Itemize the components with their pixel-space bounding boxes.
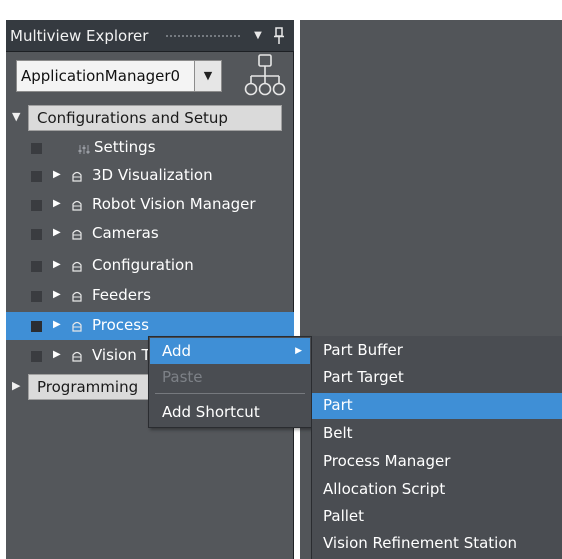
submenu-item-part[interactable]: Part: [312, 393, 562, 419]
application-selector-value: ApplicationManager0: [21, 67, 181, 85]
application-window: Multiview Explorer ▼ ApplicationManager0…: [0, 0, 562, 559]
folder-icon: [72, 200, 82, 211]
submenu-arrow-icon: ▶: [295, 346, 302, 356]
tree-item-label: Robot Vision Manager: [92, 195, 256, 213]
status-square-icon: [31, 261, 42, 272]
folder-icon: [72, 261, 82, 272]
chevron-down-icon[interactable]: ▼: [194, 61, 221, 91]
submenu-item-vision-refinement-station[interactable]: Vision Refinement Station: [312, 531, 562, 557]
submenu-item-label: Part Buffer: [323, 341, 403, 359]
status-square-icon: [31, 351, 42, 362]
status-square-icon: [31, 143, 42, 154]
section-configurations-and-setup[interactable]: ▼ Configurations and Setup: [6, 105, 294, 131]
submenu-item-label: Allocation Script: [323, 480, 446, 498]
pin-icon[interactable]: [272, 27, 286, 45]
menu-separator: [155, 393, 305, 394]
expand-arrow-icon[interactable]: ▶: [53, 198, 61, 209]
submenu-item-pallet[interactable]: Pallet: [312, 504, 562, 530]
submenu-item-label: Part: [323, 396, 353, 414]
menu-item-label: Add Shortcut: [162, 403, 260, 421]
explorer-title: Multiview Explorer: [10, 27, 149, 45]
tree-item-feeders[interactable]: ▶ Feeders: [6, 282, 294, 310]
expand-arrow-icon[interactable]: ▶: [53, 259, 61, 270]
folder-icon: [72, 229, 82, 240]
hierarchy-view-icon[interactable]: [243, 52, 287, 100]
status-square-icon: [31, 200, 42, 211]
submenu-item-label: Vision Refinement Station: [323, 534, 518, 552]
status-square-icon: [31, 321, 42, 332]
menu-item-add-shortcut[interactable]: Add Shortcut: [150, 399, 310, 425]
expand-arrow-icon[interactable]: ▶: [53, 289, 61, 300]
tree-item-3d-visualization[interactable]: ▶ 3D Visualization: [6, 162, 294, 190]
folder-icon: [72, 291, 82, 302]
context-menu: Add ▶ Paste Add Shortcut: [148, 336, 312, 428]
expand-arrow-icon[interactable]: ▶: [53, 319, 61, 330]
menu-item-paste[interactable]: Paste: [150, 364, 310, 390]
tree-item-cameras[interactable]: ▶ Cameras: [6, 220, 294, 248]
tree-item-label: Settings: [94, 138, 156, 156]
expanded-triangle-icon[interactable]: ▼: [12, 110, 20, 123]
submenu-item-label: Part Target: [323, 368, 404, 386]
add-submenu: Part Buffer Part Target Part Belt Proces…: [311, 336, 562, 559]
submenu-item-belt[interactable]: Belt: [312, 421, 562, 447]
expand-arrow-icon[interactable]: ▶: [53, 227, 61, 238]
submenu-item-label: Pallet: [323, 507, 365, 525]
settings-icon: [78, 145, 90, 154]
submenu-item-label: Process Manager: [323, 452, 451, 470]
status-square-icon: [31, 229, 42, 240]
application-selector[interactable]: ApplicationManager0 ▼: [16, 60, 222, 92]
folder-icon: [72, 321, 82, 332]
status-square-icon: [31, 171, 42, 182]
submenu-item-label: Belt: [323, 424, 353, 442]
section-label: Programming: [37, 378, 139, 396]
tree-item-label: Process: [92, 316, 149, 334]
expand-arrow-icon[interactable]: ▶: [53, 169, 61, 180]
status-square-icon: [31, 291, 42, 302]
tree-item-configuration[interactable]: ▶ Configuration: [6, 252, 294, 280]
tree-item-robot-vision-manager[interactable]: ▶ Robot Vision Manager: [6, 191, 294, 219]
menu-item-label: Paste: [162, 368, 203, 386]
tree-item-label: Configuration: [92, 256, 194, 274]
menu-item-label: Add: [162, 342, 192, 360]
submenu-item-allocation-script[interactable]: Allocation Script: [312, 477, 562, 503]
submenu-item-part-target[interactable]: Part Target: [312, 365, 562, 391]
expand-arrow-icon[interactable]: ▶: [53, 349, 61, 360]
folder-icon: [72, 351, 82, 362]
folder-icon: [72, 171, 82, 182]
explorer-header: Multiview Explorer ▼: [6, 20, 294, 52]
tree-item-label: Feeders: [92, 286, 151, 304]
multiview-explorer-panel: Multiview Explorer ▼ ApplicationManager0…: [6, 20, 294, 559]
submenu-item-part-buffer[interactable]: Part Buffer: [312, 338, 562, 364]
collapsed-triangle-icon[interactable]: ▶: [12, 379, 20, 392]
tree-item-label: 3D Visualization: [92, 166, 213, 184]
menu-item-add[interactable]: Add ▶: [150, 338, 310, 364]
submenu-item-process-manager[interactable]: Process Manager: [312, 449, 562, 475]
tree-item-label: Vision T: [92, 346, 151, 364]
window-menu-dropdown-icon[interactable]: ▼: [251, 29, 265, 43]
section-label: Configurations and Setup: [37, 109, 228, 127]
tree-item-settings[interactable]: Settings: [6, 134, 294, 162]
tree-item-label: Cameras: [92, 224, 159, 242]
section-header-box[interactable]: Configurations and Setup: [28, 105, 282, 131]
drag-grip-icon[interactable]: [165, 34, 241, 38]
